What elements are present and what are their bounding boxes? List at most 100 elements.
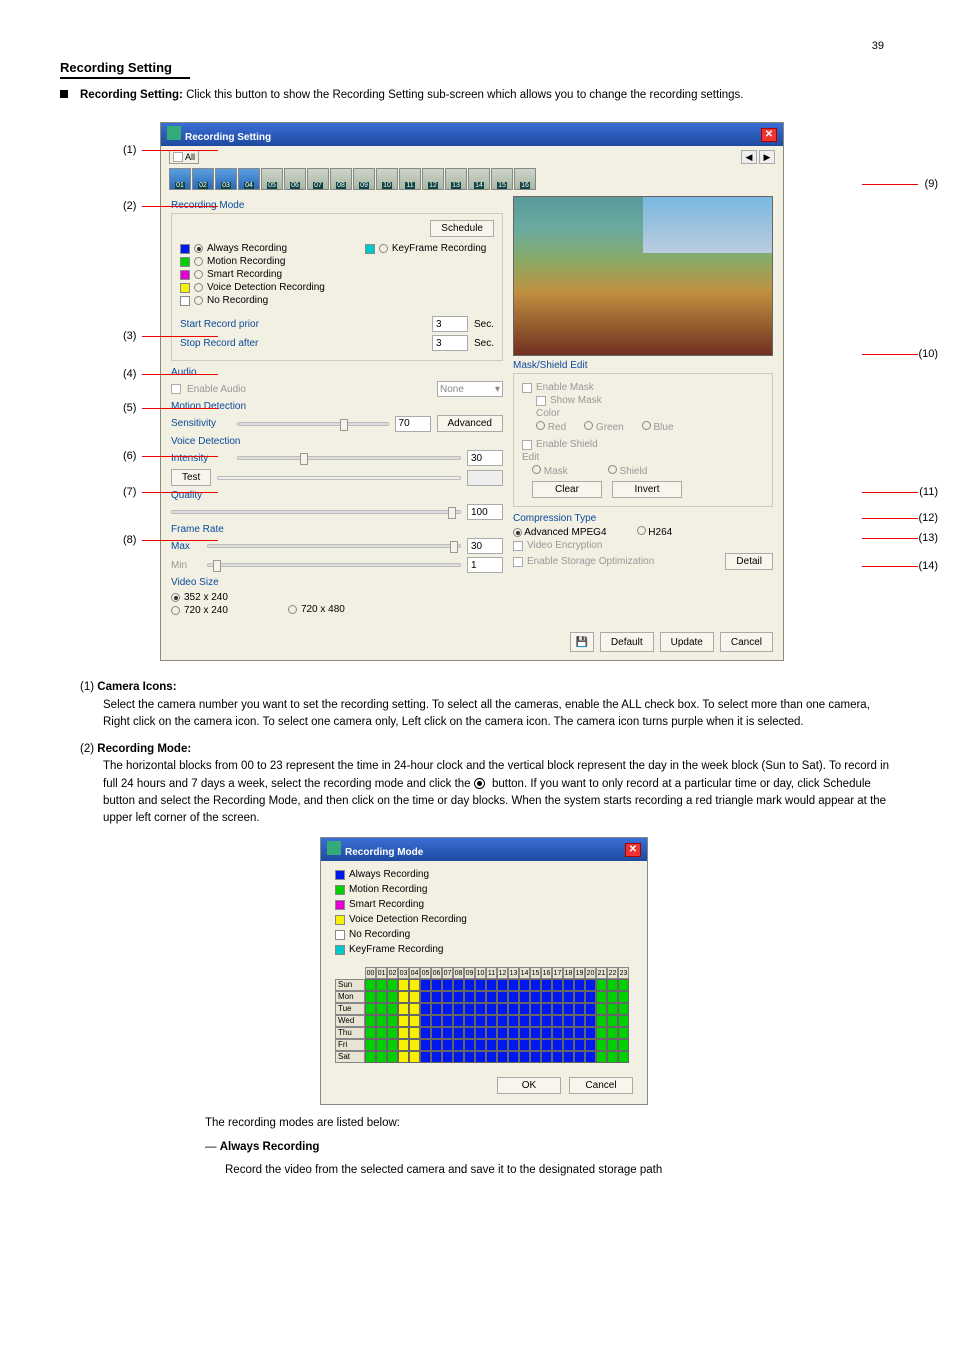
fps-min-input[interactable] (467, 557, 503, 573)
callout-5: (5) (123, 402, 136, 414)
video-encryption-checkbox[interactable] (513, 541, 523, 551)
modes-intro: The recording modes are listed below: (205, 1115, 894, 1132)
camera-tab-01[interactable]: 01 (169, 168, 191, 190)
callout-1: (1) (123, 144, 136, 156)
camera-preview (513, 196, 773, 356)
camera-tab-08[interactable]: 08 (330, 168, 352, 190)
test-button[interactable]: Test (171, 469, 211, 486)
camera-tab-11[interactable]: 11 (399, 168, 421, 190)
size-720x240-radio[interactable] (171, 606, 180, 615)
section-2-text: The horizontal blocks from 00 to 23 repr… (103, 758, 894, 827)
smart-recording-radio[interactable] (194, 270, 203, 279)
clear-button[interactable]: Clear (532, 481, 602, 498)
camera-tab-02[interactable]: 02 (192, 168, 214, 190)
camera-tab-09[interactable]: 09 (353, 168, 375, 190)
group-videosize: Video Size (171, 577, 503, 588)
section-2-num: (2) (80, 743, 94, 755)
motion-recording-radio[interactable] (194, 257, 203, 266)
none-color (180, 296, 190, 306)
edit-shield-radio[interactable] (608, 465, 617, 474)
invert-button[interactable]: Invert (612, 481, 682, 498)
callout-7: (7) (123, 486, 136, 498)
camera-tab-03[interactable]: 03 (215, 168, 237, 190)
chevron-down-icon: ▾ (495, 384, 500, 395)
section-1-text: Select the camera number you want to set… (103, 697, 894, 732)
edit-mask-radio[interactable] (532, 465, 541, 474)
page-next-button[interactable]: ▶ (759, 150, 775, 164)
camera-tab-16[interactable]: 16 (514, 168, 536, 190)
cancel-button[interactable]: Cancel (720, 632, 773, 652)
voice-recording-radio[interactable] (194, 283, 203, 292)
sched-ok-button[interactable]: OK (497, 1077, 561, 1094)
size-720x480-radio[interactable] (288, 605, 297, 614)
callout-6: (6) (123, 450, 136, 462)
always-color (180, 244, 190, 254)
intensity-input[interactable] (467, 450, 503, 466)
section-2-title: Recording Mode: (97, 743, 191, 755)
camera-tab-10[interactable]: 10 (376, 168, 398, 190)
camera-tab-06[interactable]: 06 (284, 168, 306, 190)
sched-cancel-button[interactable]: Cancel (569, 1077, 633, 1094)
quality-input[interactable] (467, 504, 503, 520)
callout-13: (13) (918, 532, 938, 544)
legend-motion-color (335, 885, 345, 895)
sensitivity-input[interactable] (395, 416, 431, 432)
fps-min-slider[interactable] (207, 563, 461, 567)
advanced-button[interactable]: Advanced (437, 415, 503, 432)
camera-tab-12[interactable]: 12 (422, 168, 444, 190)
quality-slider[interactable] (171, 510, 461, 514)
size-352-radio[interactable] (171, 593, 180, 602)
detail-button[interactable]: Detail (725, 553, 773, 570)
camera-tab-05[interactable]: 05 (261, 168, 283, 190)
group-maskshield: Mask/Shield Edit (513, 360, 773, 371)
section-1-num: (1) (80, 681, 94, 693)
page-prev-button[interactable]: ◀ (741, 150, 757, 164)
camera-tab-14[interactable]: 14 (468, 168, 490, 190)
camera-tab-15[interactable]: 15 (491, 168, 513, 190)
color-red-radio[interactable] (536, 421, 545, 430)
storage-opt-checkbox[interactable] (513, 557, 523, 567)
h264-radio[interactable] (637, 526, 646, 535)
callout-10: (10) (918, 348, 938, 360)
intro-text: Recording Setting: Click this button to … (80, 87, 744, 104)
fps-max-input[interactable] (467, 538, 503, 554)
enable-shield-checkbox[interactable] (522, 440, 532, 450)
stop-after-input[interactable] (432, 335, 468, 351)
close-icon[interactable]: ✕ (761, 128, 777, 142)
update-button[interactable]: Update (660, 632, 714, 652)
camera-tabs: 01 02 03 04 05 06 07 08 09 10 11 12 13 1… (161, 168, 783, 196)
callout-4: (4) (123, 368, 136, 380)
enable-mask-checkbox[interactable] (522, 383, 532, 393)
legend-smart-color (335, 900, 345, 910)
fps-max-slider[interactable] (207, 544, 461, 548)
all-checkbox[interactable]: All (169, 150, 199, 164)
color-blue-radio[interactable] (642, 421, 651, 430)
group-motion: Motion Detection (171, 401, 503, 412)
camera-tab-04[interactable]: 04 (238, 168, 260, 190)
section-1-title: Camera Icons: (97, 681, 176, 693)
radio-glyph-icon (474, 778, 485, 789)
keyframe-recording-radio[interactable] (379, 244, 388, 253)
always-recording-radio[interactable] (194, 244, 203, 253)
save-icon-button[interactable]: 💾 (570, 632, 594, 652)
mpeg4-radio[interactable] (513, 528, 522, 537)
show-mask-checkbox[interactable] (536, 396, 546, 406)
legend-voice-color (335, 915, 345, 925)
sensitivity-slider[interactable] (237, 422, 389, 426)
intensity-slider[interactable] (237, 456, 461, 460)
schedule-grid[interactable]: 0001020304050607080910111213141516171819… (321, 963, 647, 1069)
schedule-button[interactable]: Schedule (430, 220, 494, 237)
sched-titlebar: Recording Mode ✕ (321, 838, 647, 861)
legend-always-color (335, 870, 345, 880)
default-button[interactable]: Default (600, 632, 654, 652)
close-icon[interactable]: ✕ (625, 843, 641, 857)
color-green-radio[interactable] (584, 421, 593, 430)
audio-dropdown[interactable]: None▾ (437, 381, 503, 397)
enable-audio-checkbox[interactable] (171, 384, 181, 394)
callout-9: (9) (925, 178, 938, 190)
no-recording-radio[interactable] (194, 296, 203, 305)
camera-tab-07[interactable]: 07 (307, 168, 329, 190)
start-prior-input[interactable] (432, 316, 468, 332)
motion-color (180, 257, 190, 267)
camera-tab-13[interactable]: 13 (445, 168, 467, 190)
